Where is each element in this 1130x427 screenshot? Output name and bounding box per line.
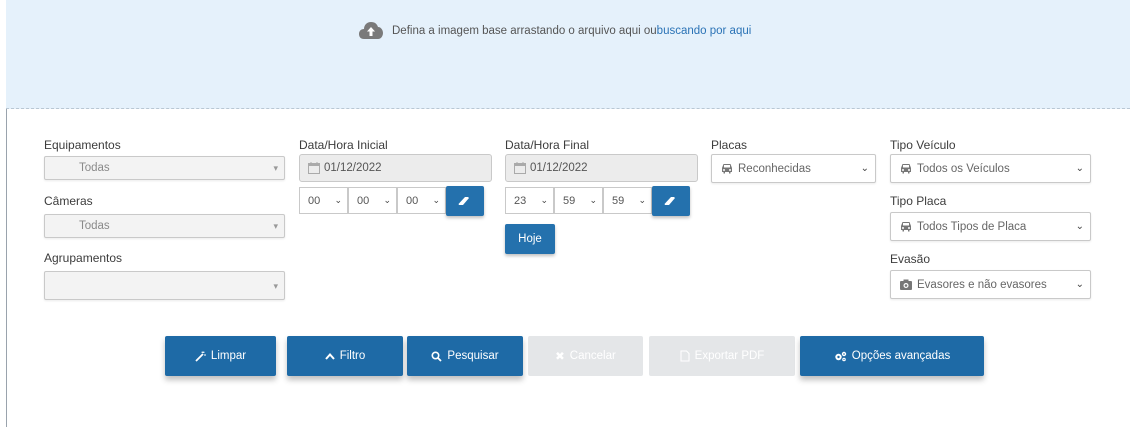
upload-message: Defina a imagem base arrastando o arquiv… xyxy=(358,21,751,41)
cameras-select[interactable]: Todas ▾ xyxy=(44,214,285,238)
file-pdf-icon xyxy=(680,350,690,362)
eraser-icon xyxy=(664,197,675,205)
cancelar-button[interactable]: ✖ Cancelar xyxy=(528,336,643,376)
agrupamentos-select[interactable]: ▾ xyxy=(44,271,285,300)
chevron-down-icon: ⌄ xyxy=(540,195,548,205)
close-icon: ✖ xyxy=(555,351,565,363)
hoje-button[interactable]: Hoje xyxy=(505,224,555,254)
chevron-down-icon: ⌄ xyxy=(638,195,646,205)
chevron-up-icon xyxy=(324,352,335,360)
cancelar-label: Cancelar xyxy=(569,350,616,362)
car-icon xyxy=(722,164,732,174)
calendar-icon xyxy=(308,162,320,174)
chevron-down-icon: ⌄ xyxy=(1075,163,1084,174)
search-icon xyxy=(431,350,443,362)
clear-data-inicial-button[interactable] xyxy=(446,186,484,216)
hora-final-value: 23 xyxy=(514,194,527,207)
segundo-final-value: 59 xyxy=(612,194,625,207)
calendar-icon xyxy=(514,162,526,174)
chevron-down-icon: ⌄ xyxy=(383,195,391,205)
chevron-down-icon: ⌄ xyxy=(589,195,597,205)
equipamentos-value: Todas xyxy=(79,162,110,174)
data-final-label: Data/Hora Final xyxy=(505,138,590,152)
upload-browse-link[interactable]: buscando por aqui xyxy=(657,25,752,37)
minuto-inicial-value: 00 xyxy=(357,194,370,207)
exportar-label: Exportar PDF xyxy=(694,350,765,362)
chevron-down-icon: ⌄ xyxy=(334,195,342,205)
cloud-upload-icon xyxy=(359,22,383,39)
eraser-icon xyxy=(458,197,469,205)
pesquisar-button[interactable]: Pesquisar xyxy=(407,336,523,376)
filtro-button[interactable]: Filtro xyxy=(287,336,403,376)
chevron-down-icon: ⌄ xyxy=(860,163,869,174)
placas-value: Reconhecidas xyxy=(738,162,811,175)
segundo-inicial-select[interactable]: 00 ⌄ xyxy=(397,187,446,214)
evasao-value: Evasores e não evasores xyxy=(917,278,1047,291)
limpar-label: Limpar xyxy=(210,350,247,362)
data-final-value: 01/12/2022 xyxy=(530,162,588,174)
chevron-down-icon: ⌄ xyxy=(1075,279,1084,290)
minuto-inicial-select[interactable]: 00 ⌄ xyxy=(348,187,397,214)
limpar-button[interactable]: Limpar xyxy=(165,336,276,376)
camera-icon xyxy=(900,279,912,290)
chevron-down-icon: ▾ xyxy=(273,281,278,291)
hora-inicial-value: 00 xyxy=(308,194,321,207)
chevron-down-icon: ▾ xyxy=(273,163,278,173)
agrupamentos-label: Agrupamentos xyxy=(44,251,123,265)
evasao-select[interactable]: Evasores e não evasores ⌄ xyxy=(890,270,1091,299)
evasao-label: Evasão xyxy=(890,252,931,266)
segundo-final-select[interactable]: 59 ⌄ xyxy=(603,187,652,214)
tipo-veiculo-value: Todos os Veículos xyxy=(917,162,1010,175)
opcoes-label: Opções avançadas xyxy=(851,350,951,362)
upload-text: Defina a imagem base arrastando o arquiv… xyxy=(392,25,657,37)
placas-select[interactable]: Reconhecidas ⌄ xyxy=(711,154,876,183)
filtro-label: Filtro xyxy=(339,350,366,362)
car-icon xyxy=(901,222,911,232)
car-icon xyxy=(901,164,911,174)
clear-data-final-button[interactable] xyxy=(652,186,690,216)
tipo-placa-select[interactable]: Todos Tipos de Placa ⌄ xyxy=(890,212,1091,241)
tipo-veiculo-label: Tipo Veículo xyxy=(890,138,956,152)
segundo-inicial-value: 00 xyxy=(406,194,419,207)
chevron-down-icon: ▾ xyxy=(273,221,278,231)
tipo-veiculo-select[interactable]: Todos os Veículos ⌄ xyxy=(890,154,1091,183)
data-inicial-input[interactable]: 01/12/2022 xyxy=(299,154,492,182)
data-inicial-value: 01/12/2022 xyxy=(324,162,382,174)
tipo-placa-label: Tipo Placa xyxy=(890,194,947,208)
pesquisar-label: Pesquisar xyxy=(447,350,499,362)
chevron-down-icon: ⌄ xyxy=(432,195,440,205)
cameras-label: Câmeras xyxy=(44,194,93,208)
tipo-placa-value: Todos Tipos de Placa xyxy=(917,220,1027,233)
exportar-pdf-button[interactable]: Exportar PDF xyxy=(649,336,795,376)
data-final-input[interactable]: 01/12/2022 xyxy=(505,154,698,182)
data-inicial-label: Data/Hora Inicial xyxy=(299,138,388,152)
cameras-value: Todas xyxy=(79,220,110,232)
equipamentos-select[interactable]: Todas ▾ xyxy=(44,156,285,180)
minuto-final-select[interactable]: 59 ⌄ xyxy=(554,187,603,214)
magic-wand-icon xyxy=(195,351,206,362)
minuto-final-value: 59 xyxy=(563,194,576,207)
chevron-down-icon: ⌄ xyxy=(1075,221,1084,232)
hora-inicial-select[interactable]: 00 ⌄ xyxy=(299,187,348,214)
placas-label: Placas xyxy=(711,138,748,152)
equipamentos-label: Equipamentos xyxy=(44,138,121,152)
cogs-icon xyxy=(835,351,846,361)
opcoes-avancadas-button[interactable]: Opções avançadas xyxy=(800,336,984,376)
hora-final-select[interactable]: 23 ⌄ xyxy=(505,187,554,214)
upload-dropzone[interactable]: Defina a imagem base arrastando o arquiv… xyxy=(6,0,1130,109)
